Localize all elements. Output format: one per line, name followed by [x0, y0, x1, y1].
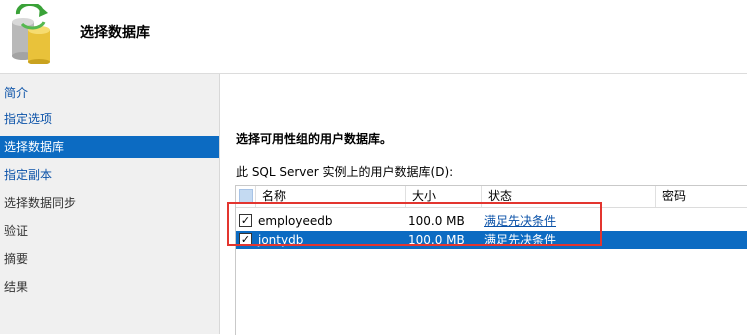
table-row[interactable]: ✓ employeedb 100.0 MB 满足先决条件: [236, 212, 747, 230]
column-header-size[interactable]: 大小: [406, 186, 482, 207]
sidebar-item-data-sync: 选择数据同步: [4, 196, 77, 210]
db-status-link[interactable]: 满足先决条件: [484, 212, 556, 230]
table-row[interactable]: ✓ jontydb 100.0 MB 满足先决条件: [236, 231, 747, 249]
db-password[interactable]: [662, 212, 747, 230]
column-header-name[interactable]: 名称: [256, 186, 406, 207]
db-status-link[interactable]: 满足先决条件: [484, 231, 556, 249]
db-size: 100.0 MB: [408, 233, 465, 247]
db-size: 100.0 MB: [408, 214, 465, 228]
sidebar-item-summary: 摘要: [4, 252, 29, 266]
main-panel: 选择可用性组的用户数据库。 此 SQL Server 实例上的用户数据库(D):…: [220, 74, 747, 335]
sidebar-item-specify-replicas[interactable]: 指定副本: [0, 164, 219, 186]
section-title: 选择可用性组的用户数据库。: [236, 132, 393, 146]
database-grid[interactable]: 名称 大小 状态 密码 ✓ employeedb 100.0 MB 满足先决条件…: [235, 185, 747, 335]
wizard-sidebar: 简介 指定选项 选择数据库 指定副本 选择数据同步 验证 摘要 结果: [0, 74, 220, 334]
grid-header: 名称 大小 状态 密码: [236, 186, 747, 208]
column-header-password[interactable]: 密码: [656, 186, 747, 207]
row-checkbox[interactable]: ✓: [239, 214, 252, 227]
sidebar-item-validation: 验证: [4, 224, 29, 238]
sidebar-item-specify-options[interactable]: 指定选项: [0, 108, 219, 130]
select-all-checkbox[interactable]: [239, 189, 253, 203]
db-name: employeedb: [258, 214, 333, 228]
sidebar-item-results: 结果: [4, 280, 29, 294]
db-name: jontydb: [258, 233, 304, 247]
db-password[interactable]: [662, 231, 747, 249]
select-all-header[interactable]: [236, 186, 256, 207]
database-list-label: 此 SQL Server 实例上的用户数据库(D):: [236, 165, 454, 179]
sidebar-item-intro[interactable]: 简介: [0, 82, 219, 104]
sidebar-item-select-databases[interactable]: 选择数据库: [0, 136, 219, 158]
page-title: 选择数据库: [80, 25, 150, 41]
column-header-status[interactable]: 状态: [482, 186, 656, 207]
wizard-header: 选择数据库: [0, 0, 747, 74]
database-sync-icon: [12, 4, 50, 64]
row-checkbox[interactable]: ✓: [239, 233, 252, 246]
